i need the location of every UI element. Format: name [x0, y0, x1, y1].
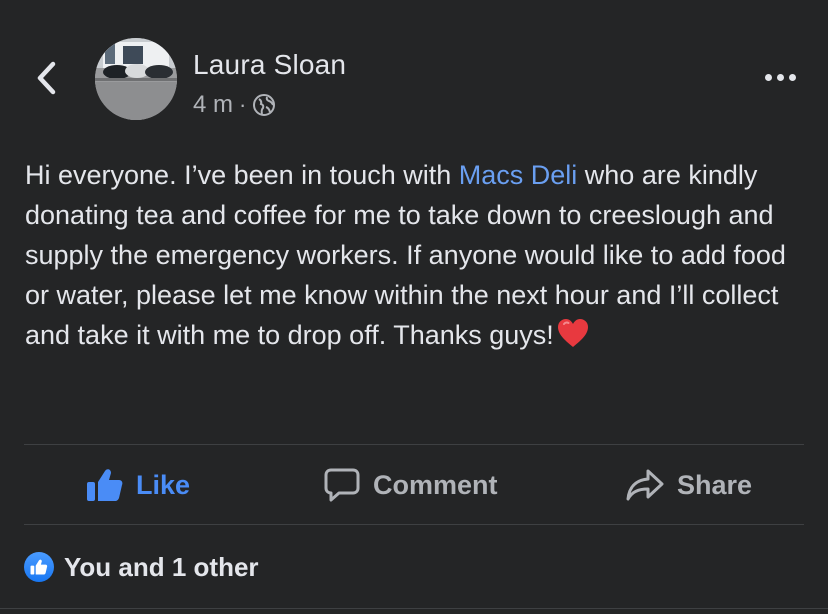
- reactions-summary[interactable]: You and 1 other: [24, 549, 259, 585]
- globe-icon: [253, 94, 276, 116]
- share-icon: [626, 469, 664, 501]
- comment-icon: [324, 468, 360, 502]
- author-name[interactable]: Laura Sloan: [193, 49, 346, 81]
- share-button[interactable]: Share: [625, 445, 752, 525]
- more-dot: [764, 73, 772, 81]
- chevron-left-icon: [37, 61, 56, 95]
- avatar-photo: [95, 38, 177, 120]
- reactions-text: You and 1 other: [64, 551, 259, 582]
- meta-separator: ·: [239, 92, 247, 117]
- post-meta: 4 m ·: [193, 90, 276, 120]
- back-button[interactable]: [30, 58, 62, 98]
- more-dot: [776, 73, 784, 81]
- like-label: Like: [136, 469, 191, 500]
- more-dot: [788, 73, 796, 81]
- post-time[interactable]: 4 m: [193, 91, 233, 119]
- divider-end: [0, 608, 828, 609]
- comment-button[interactable]: Comment: [323, 445, 498, 525]
- heart-icon: [557, 319, 588, 347]
- avatar[interactable]: [95, 38, 177, 120]
- share-label: Share: [677, 469, 753, 500]
- divider-bottom: [24, 524, 804, 525]
- more-options-button[interactable]: [760, 62, 800, 92]
- mention-link[interactable]: Macs Deli: [459, 160, 578, 190]
- like-reaction-icon: [24, 552, 54, 582]
- like-button[interactable]: Like: [86, 445, 190, 525]
- post-text: Hi everyone. I’ve been in touch with Mac…: [25, 155, 815, 355]
- post-text-start: Hi everyone. I’ve been in touch with: [25, 160, 459, 190]
- action-bar: Like Comment Share: [0, 445, 828, 525]
- comment-label: Comment: [373, 469, 498, 500]
- thumbs-up-icon: [87, 469, 123, 501]
